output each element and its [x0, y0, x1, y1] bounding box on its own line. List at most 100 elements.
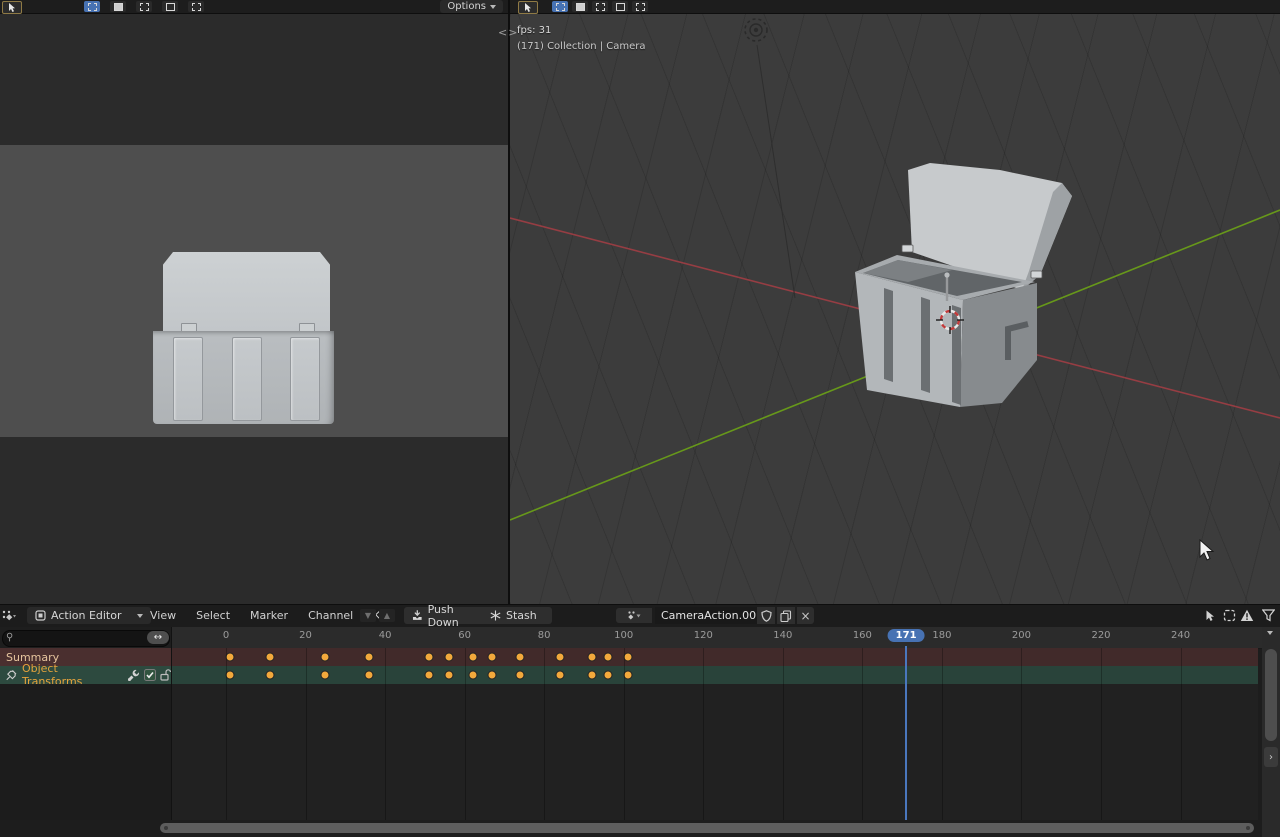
keyframe-grid-area[interactable]: [171, 684, 1258, 820]
select-mode-set[interactable]: [552, 1, 568, 12]
expand-arrows-icon[interactable]: ↔: [147, 631, 169, 644]
viewport-left-header: Options: [0, 0, 508, 13]
keyframe-dot-frame-62[interactable]: [468, 671, 477, 680]
checkbox-checked-icon[interactable]: [144, 669, 156, 681]
keyframe-dot-frame-74[interactable]: [516, 653, 525, 662]
channel-list-empty-area: [0, 684, 171, 820]
action-browse-dropdown[interactable]: [616, 608, 652, 623]
stash-label: Stash: [506, 609, 537, 622]
chest-lid-closed: [163, 252, 330, 331]
keyframe-dot-frame-74[interactable]: [516, 671, 525, 680]
keyframe-dot-frame-56[interactable]: [444, 653, 453, 662]
editor-mode-dropdown[interactable]: Action Editor: [27, 607, 151, 624]
keyframe-dot-frame-11[interactable]: [265, 653, 274, 662]
horizontal-scrollbar[interactable]: [160, 823, 1254, 833]
select-mode-subtract[interactable]: [592, 1, 608, 12]
move-down-icon[interactable]: ▼: [360, 609, 376, 622]
keyframe-dot-frame-36[interactable]: [365, 653, 374, 662]
only-selected-cursor-icon[interactable]: [1202, 608, 1218, 623]
grid-line-frame-0: [226, 648, 227, 820]
select-mode-invert[interactable]: [162, 1, 178, 12]
tweak-tool-button[interactable]: [518, 1, 538, 14]
keyframe-dot-frame-92[interactable]: [587, 671, 596, 680]
blender-window: Options <>: [0, 0, 1280, 837]
keyframe-dot-frame-67[interactable]: [488, 671, 497, 680]
channel-search-input[interactable]: ⚲ ↔: [2, 630, 170, 647]
ruler-tick-160: 160: [853, 630, 872, 641]
menu-select[interactable]: Select: [196, 609, 230, 622]
show-errors-warning-icon[interactable]: [1239, 608, 1255, 623]
select-mode-extend[interactable]: [572, 1, 588, 12]
move-up-icon[interactable]: ▲: [379, 609, 395, 622]
timeline-ruler[interactable]: 020406080100120140160180200220240: [171, 627, 1262, 649]
pin-icon[interactable]: [6, 669, 17, 681]
channel-row-object-transforms[interactable]: Object Transforms: [0, 666, 1258, 684]
chest-panel: [173, 337, 203, 421]
action-name-field[interactable]: CameraAction.001: [655, 607, 767, 624]
keyframe-dot-frame-25[interactable]: [321, 671, 330, 680]
viewport-3d-perspective[interactable]: fps: 31 (171) Collection | Camera: [510, 14, 1280, 604]
menu-channel[interactable]: Channel: [308, 609, 353, 622]
select-mode-set-icon: [556, 3, 565, 11]
select-mode-subtract[interactable]: [136, 1, 152, 12]
ruler-tick-60: 60: [458, 630, 471, 641]
unlink-x-icon[interactable]: ×: [797, 607, 814, 624]
chest-open-model[interactable]: [855, 163, 1072, 407]
select-mode-set[interactable]: [84, 1, 100, 12]
menu-view[interactable]: View: [150, 609, 176, 622]
grid-line-frame-140: [783, 648, 784, 820]
area-split-handle[interactable]: <>: [498, 26, 518, 39]
select-mode-invert[interactable]: [612, 1, 628, 12]
keyframe-dot-frame-84[interactable]: [556, 671, 565, 680]
point-light-gizmo-icon[interactable]: [745, 19, 767, 41]
keyframe-dot-frame-11[interactable]: [265, 671, 274, 680]
ruler-tick-80: 80: [538, 630, 551, 641]
ruler-tick-40: 40: [379, 630, 392, 641]
select-mode-intersect[interactable]: [188, 1, 204, 12]
select-mode-intersect[interactable]: [632, 1, 648, 12]
action-editor-icon: [35, 610, 46, 621]
select-mode-subtract-icon: [596, 3, 605, 11]
wrench-icon[interactable]: [128, 669, 140, 681]
stash-button[interactable]: Stash: [482, 607, 552, 624]
light-link-line: [757, 45, 795, 298]
keyframe-dot-frame-96[interactable]: [603, 653, 612, 662]
push-down-label: Push Down: [428, 603, 486, 629]
keyframe-dot-frame-25[interactable]: [321, 653, 330, 662]
keyframe-dot-frame-51[interactable]: [424, 653, 433, 662]
vertical-scrollbar[interactable]: [1265, 649, 1277, 741]
cursor-arrow-icon: [524, 3, 532, 12]
filter-funnel-icon[interactable]: [1260, 608, 1276, 623]
playhead-line[interactable]: [905, 646, 907, 820]
duplicate-icon[interactable]: [777, 607, 795, 624]
keyframe-dot-frame-92[interactable]: [587, 653, 596, 662]
keyframe-dot-frame-84[interactable]: [556, 653, 565, 662]
keyframe-dot-frame-51[interactable]: [424, 671, 433, 680]
fake-user-shield-icon[interactable]: [757, 607, 775, 624]
ruler-collapse-chevron-icon[interactable]: [1267, 631, 1273, 635]
options-label: Options: [447, 1, 486, 12]
current-frame-badge[interactable]: 171: [888, 629, 925, 642]
editor-type-selector[interactable]: [1, 608, 17, 623]
tweak-tool-button[interactable]: [2, 1, 22, 14]
unlock-icon[interactable]: [160, 669, 171, 681]
options-button[interactable]: Options: [440, 0, 503, 13]
push-down-button[interactable]: Push Down: [404, 607, 494, 624]
menu-marker[interactable]: Marker: [250, 609, 288, 622]
show-hidden-box-icon[interactable]: [1221, 608, 1237, 623]
keyframe-dot-frame-62[interactable]: [468, 653, 477, 662]
ruler-tick-20: 20: [299, 630, 312, 641]
channel-row-summary[interactable]: Summary: [0, 648, 1258, 666]
mouse-cursor-icon: [1200, 540, 1213, 560]
keyframe-dot-frame-67[interactable]: [488, 653, 497, 662]
sidebar-toggle-button[interactable]: ›: [1264, 747, 1278, 767]
snowflake-icon: [490, 610, 501, 621]
keyframe-dot-frame-96[interactable]: [603, 671, 612, 680]
keyframe-dot-frame-36[interactable]: [365, 671, 374, 680]
keyframe-dot-frame-56[interactable]: [444, 671, 453, 680]
select-mode-extend[interactable]: [110, 1, 126, 12]
viewport-camera-view[interactable]: [0, 14, 508, 604]
search-icon: ⚲: [6, 632, 13, 643]
viewport-scene: [510, 14, 1280, 604]
grid-line-frame-20: [306, 648, 307, 820]
